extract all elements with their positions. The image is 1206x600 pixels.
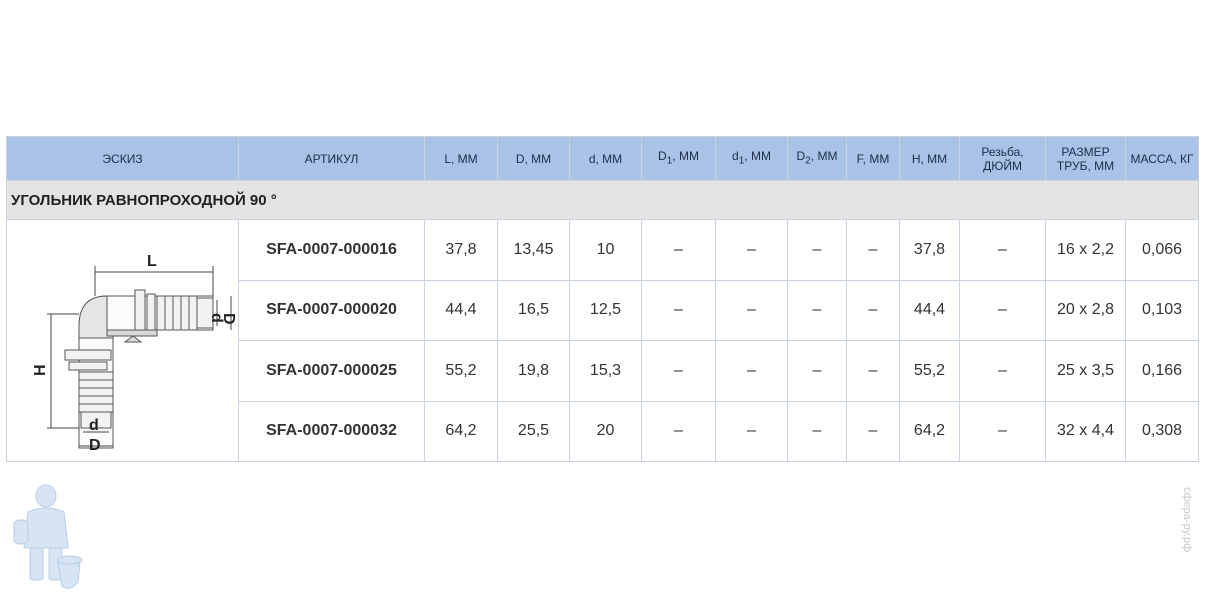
sketch-cell: L H d D d D [6,219,239,462]
cell-article: SFA-0007-000020 [238,279,425,341]
header-D1: D1, ММ [641,136,716,181]
cell-d1: – [715,340,788,402]
header-thread-line1: Резьба, [981,144,1024,159]
section-row: УГОЛЬНИК РАВНОПРОХОДНОЙ 90 ° [6,180,1199,220]
header-F: F, ММ [846,136,900,181]
cell-pipe: 20 x 2,8 [1045,279,1126,341]
cell-F: – [846,219,900,281]
cell-D2: – [787,279,847,341]
cell-F: – [846,340,900,402]
product-spec-table: ЭСКИЗ АРТИКУЛ L, ММ D, ММ d, ММ D1, ММ d… [6,136,1199,462]
header-d1-unit: , ММ [744,148,771,163]
cell-mass: 0,103 [1125,279,1199,341]
cell-thread: – [959,219,1046,281]
header-pipe-line2: ТРУБ, ММ [1056,158,1115,173]
header-d1-main: d [732,148,739,163]
table-row: L H d D d D SFA-0007-000016 37,8 13,45 1… [6,219,1199,462]
cell-thread: – [959,340,1046,402]
cell-thread: – [959,279,1046,341]
cell-L: 55,2 [424,340,498,402]
cell-D: 25,5 [497,400,570,462]
sketch-label-H: H [32,364,49,376]
sketch-label-L: L [147,253,157,270]
header-thread-line2: ДЮЙМ [983,158,1022,173]
header-D1-unit: , ММ [672,148,699,163]
header-mass: МАССА, КГ [1125,136,1199,181]
header-D2-unit: , ММ [810,148,838,163]
cell-pipe: 16 x 2,2 [1045,219,1126,281]
cell-d1: – [715,219,788,281]
cell-H: 37,8 [899,219,960,281]
cell-D1: – [641,219,716,281]
cell-d1: – [715,279,788,341]
cell-H: 55,2 [899,340,960,402]
cell-D: 19,8 [497,340,570,402]
cell-d1: – [715,400,788,462]
cell-mass: 0,308 [1125,400,1199,462]
header-d: d, ММ [569,136,642,181]
header-D2-main: D [796,148,806,163]
header-H: H, ММ [899,136,960,181]
cell-H: 44,4 [899,279,960,341]
plumber-mascot-logo [13,484,83,589]
cell-L: 37,8 [424,219,498,281]
sketch-label-d-bottom: d [89,417,99,434]
header-d1: d1, ММ [715,136,788,181]
cell-D1: – [641,279,716,341]
cell-D2: – [787,400,847,462]
cell-pipe: 32 x 4,4 [1045,400,1126,462]
header-thread: Резьба, ДЮЙМ [959,136,1046,181]
cell-D: 13,45 [497,219,570,281]
cell-article: SFA-0007-000016 [238,219,425,281]
cell-D2: – [787,340,847,402]
header-D1-main: D [658,148,667,163]
cell-article: SFA-0007-000025 [238,340,425,402]
cell-d: 20 [569,400,642,462]
header-L: L, ММ [424,136,498,181]
cell-thread: – [959,400,1046,462]
header-D2: D2, ММ [787,136,847,181]
cell-pipe: 25 x 3,5 [1045,340,1126,402]
cell-D1: – [641,400,716,462]
cell-article: SFA-0007-000032 [238,400,425,462]
watermark-text: сфера-ру.рф [1181,487,1193,552]
section-title: УГОЛЬНИК РАВНОПРОХОДНОЙ 90 ° [6,180,1199,220]
cell-D1: – [641,340,716,402]
header-sketch: ЭСКИЗ [6,136,239,181]
cell-F: – [846,400,900,462]
elbow-fitting-sketch: L H d D d D [32,253,237,454]
cell-D2: – [787,219,847,281]
cell-L: 44,4 [424,279,498,341]
cell-H: 64,2 [899,400,960,462]
cell-F: – [846,279,900,341]
header-article: АРТИКУЛ [238,136,425,181]
header-D: D, ММ [497,136,570,181]
cell-L: 64,2 [424,400,498,462]
cell-mass: 0,166 [1125,340,1199,402]
sketch-label-D-right: D [220,313,237,325]
header-pipe-size: РАЗМЕР ТРУБ, ММ [1045,136,1126,181]
cell-mass: 0,066 [1125,219,1199,281]
cell-D: 16,5 [497,279,570,341]
watermark-logo: сфера-ру.рф [1181,487,1193,552]
cell-d: 15,3 [569,340,642,402]
cell-d: 10 [569,219,642,281]
table-header-row: ЭСКИЗ АРТИКУЛ L, ММ D, ММ d, ММ D1, ММ d… [6,136,1199,181]
sketch-label-D-bottom: D [89,437,101,454]
cell-d: 12,5 [569,279,642,341]
header-pipe-line1: РАЗМЕР [1061,144,1110,159]
